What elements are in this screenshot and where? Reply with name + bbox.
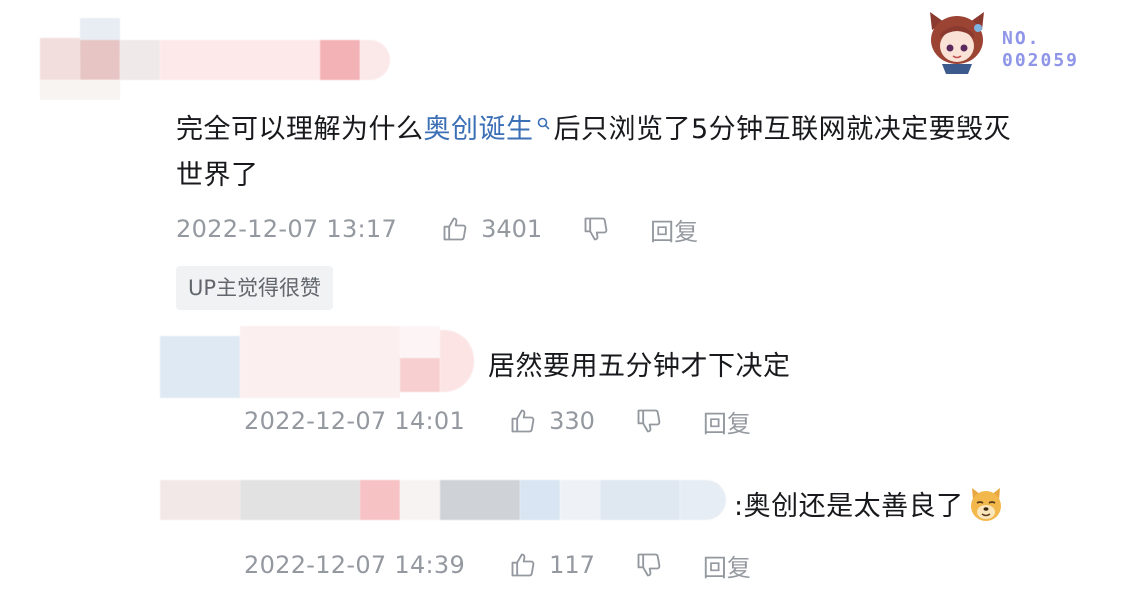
- thumbs-down-icon[interactable]: [582, 215, 610, 243]
- comment-meta: 2022-12-07 13:17 3401 回复: [176, 211, 698, 247]
- reply-time: 2022-12-07 14:39: [244, 551, 466, 579]
- comment-time: 2022-12-07 13:17: [176, 215, 398, 243]
- doge-icon: [970, 487, 1001, 521]
- reply-button[interactable]: 回复: [703, 548, 751, 583]
- reply-meta: 2022-12-07 14:39 117 回复: [244, 547, 751, 583]
- reply-text: :奥创还是太善良了: [734, 491, 964, 522]
- reply-text: 居然要用五分钟才下决定: [488, 351, 791, 382]
- comment-text-line2: 世界了: [176, 160, 259, 191]
- reply-meta: 2022-12-07 14:01 330 回复: [244, 403, 751, 439]
- like-count: 3401: [481, 215, 543, 243]
- search-icon[interactable]: [536, 116, 552, 132]
- anime-avatar-icon: [930, 12, 984, 74]
- badge-label: NO.: [1002, 28, 1041, 49]
- reply-button[interactable]: 回复: [703, 404, 751, 439]
- thumbs-up-icon[interactable]: [441, 215, 469, 243]
- comment-text-segment: 完全可以理解为什么: [176, 114, 424, 145]
- thumbs-down-icon[interactable]: [635, 551, 663, 579]
- thumbs-down-icon[interactable]: [635, 407, 663, 435]
- reply-text-row: :奥创还是太善良了: [734, 484, 1004, 523]
- reply-time: 2022-12-07 14:01: [244, 407, 466, 435]
- reply-button[interactable]: 回复: [650, 212, 698, 247]
- thumbs-up-icon[interactable]: [509, 407, 537, 435]
- up-liked-tag: UP主觉得很赞: [176, 266, 334, 310]
- comment-text-line1: 完全可以理解为什么奥创诞生 后只浏览了5分钟互联网就决定要毁灭: [176, 107, 1011, 153]
- badge-number: 002059: [1002, 50, 1080, 71]
- like-count: 330: [549, 407, 595, 435]
- comment-text-segment: 后只浏览了5分钟互联网就决定要毁灭: [553, 114, 1012, 145]
- search-link[interactable]: 奥创诞生: [424, 114, 534, 145]
- like-count: 117: [549, 551, 595, 579]
- user-badge: NO. 002059: [922, 10, 1092, 74]
- thumbs-up-icon[interactable]: [509, 551, 537, 579]
